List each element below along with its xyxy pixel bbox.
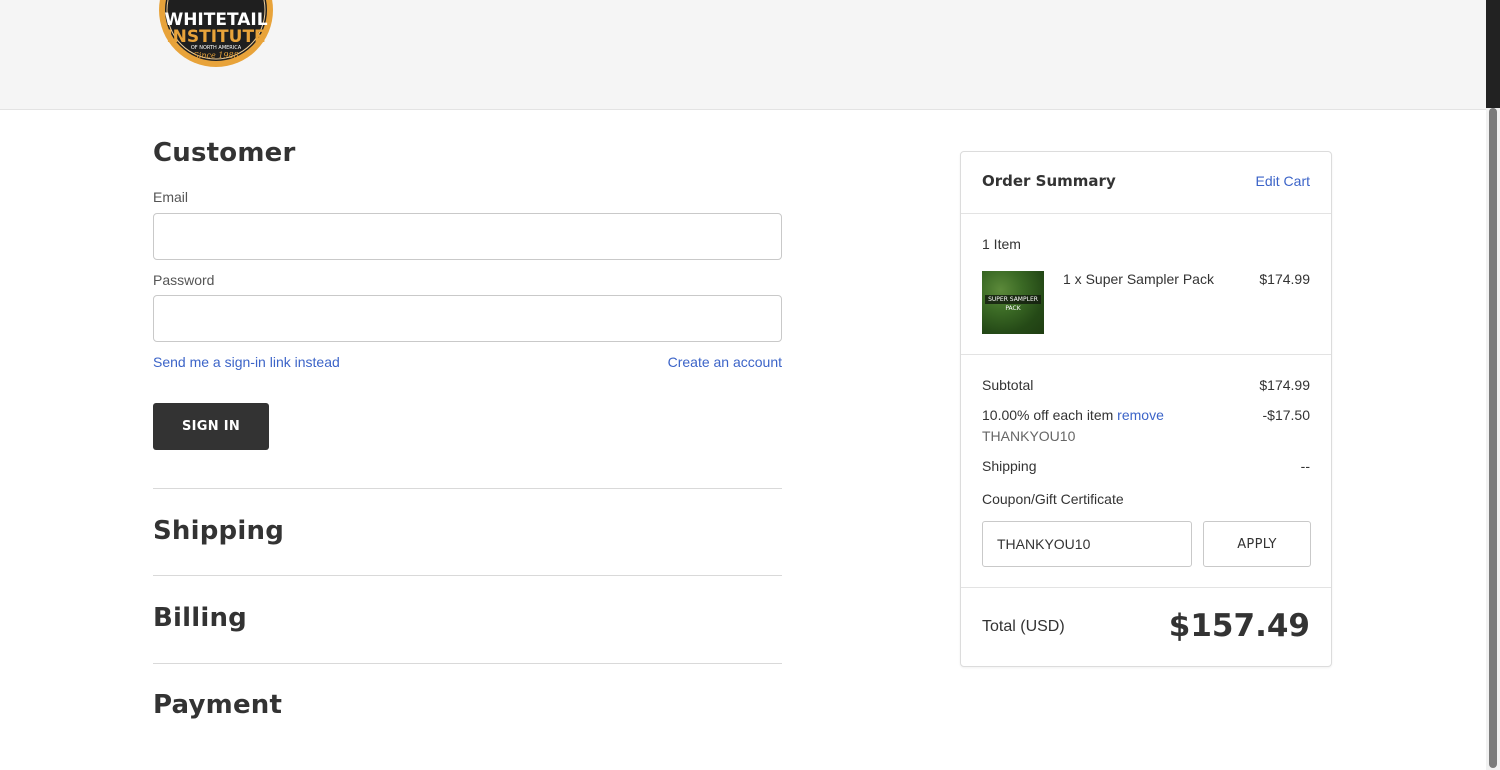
shipping-label: Shipping <box>982 458 1037 474</box>
shipping-heading: Shipping <box>153 516 285 546</box>
sign-in-link-button[interactable]: Send me a sign-in link instead <box>153 354 340 370</box>
order-summary-title: Order Summary <box>982 172 1116 190</box>
remove-coupon-link[interactable]: remove <box>1117 407 1164 423</box>
divider <box>153 575 782 576</box>
scrollbar-track-top <box>1486 0 1500 108</box>
apply-coupon-button[interactable]: APPLY <box>1203 521 1311 567</box>
order-total-row: Total (USD) $157.49 <box>961 588 1331 667</box>
order-items-section: 1 Item SUPER SAMPLER PACK 1 x Super Samp… <box>961 214 1331 355</box>
page-header: WHITETAIL INSTITUTE OF NORTH AMERICA Sin… <box>0 0 1486 110</box>
page-scrollbar[interactable] <box>1486 0 1500 770</box>
shipping-value: -- <box>1300 458 1310 474</box>
create-account-link[interactable]: Create an account <box>668 354 782 370</box>
edit-cart-link[interactable]: Edit Cart <box>1256 173 1310 189</box>
applied-coupon-code: THANKYOU10 <box>982 428 1076 444</box>
coupon-input[interactable] <box>982 521 1192 567</box>
product-thumbnail-label: SUPER SAMPLER PACK <box>985 295 1041 312</box>
discount-label: 10.00% off each item <box>982 407 1114 423</box>
product-thumbnail: SUPER SAMPLER PACK <box>982 271 1044 334</box>
password-field[interactable] <box>153 295 782 342</box>
logo-text-since: Since 1988 <box>193 51 238 60</box>
order-summary-header: Order Summary Edit Cart <box>961 152 1331 214</box>
billing-heading: Billing <box>153 603 247 633</box>
sign-in-button[interactable]: SIGN IN <box>153 403 269 450</box>
scrollbar-thumb[interactable] <box>1489 108 1497 768</box>
product-price: $174.99 <box>1259 271 1310 287</box>
divider <box>153 663 782 664</box>
order-summary-panel: Order Summary Edit Cart 1 Item SUPER SAM… <box>960 151 1332 667</box>
discount-value: -$17.50 <box>1262 407 1310 423</box>
whitetail-logo[interactable]: WHITETAIL INSTITUTE OF NORTH AMERICA Sin… <box>158 0 274 68</box>
item-count: 1 Item <box>982 236 1021 252</box>
logo-text-institute: INSTITUTE <box>166 27 265 47</box>
subtotal-value: $174.99 <box>1259 377 1310 393</box>
total-value: $157.49 <box>1168 608 1310 644</box>
email-field[interactable] <box>153 213 782 260</box>
coupon-label: Coupon/Gift Certificate <box>982 491 1124 507</box>
subtotal-label: Subtotal <box>982 377 1034 393</box>
divider <box>153 488 782 489</box>
total-label: Total (USD) <box>982 618 1065 635</box>
email-label: Email <box>153 189 189 205</box>
password-label: Password <box>153 272 215 288</box>
order-totals-section: Subtotal $174.99 10.00% off each item re… <box>961 355 1331 588</box>
product-name: 1 x Super Sampler Pack <box>1063 271 1214 287</box>
discount-row: 10.00% off each item remove <box>982 407 1164 423</box>
payment-heading: Payment <box>153 690 283 720</box>
customer-heading: Customer <box>153 138 296 168</box>
